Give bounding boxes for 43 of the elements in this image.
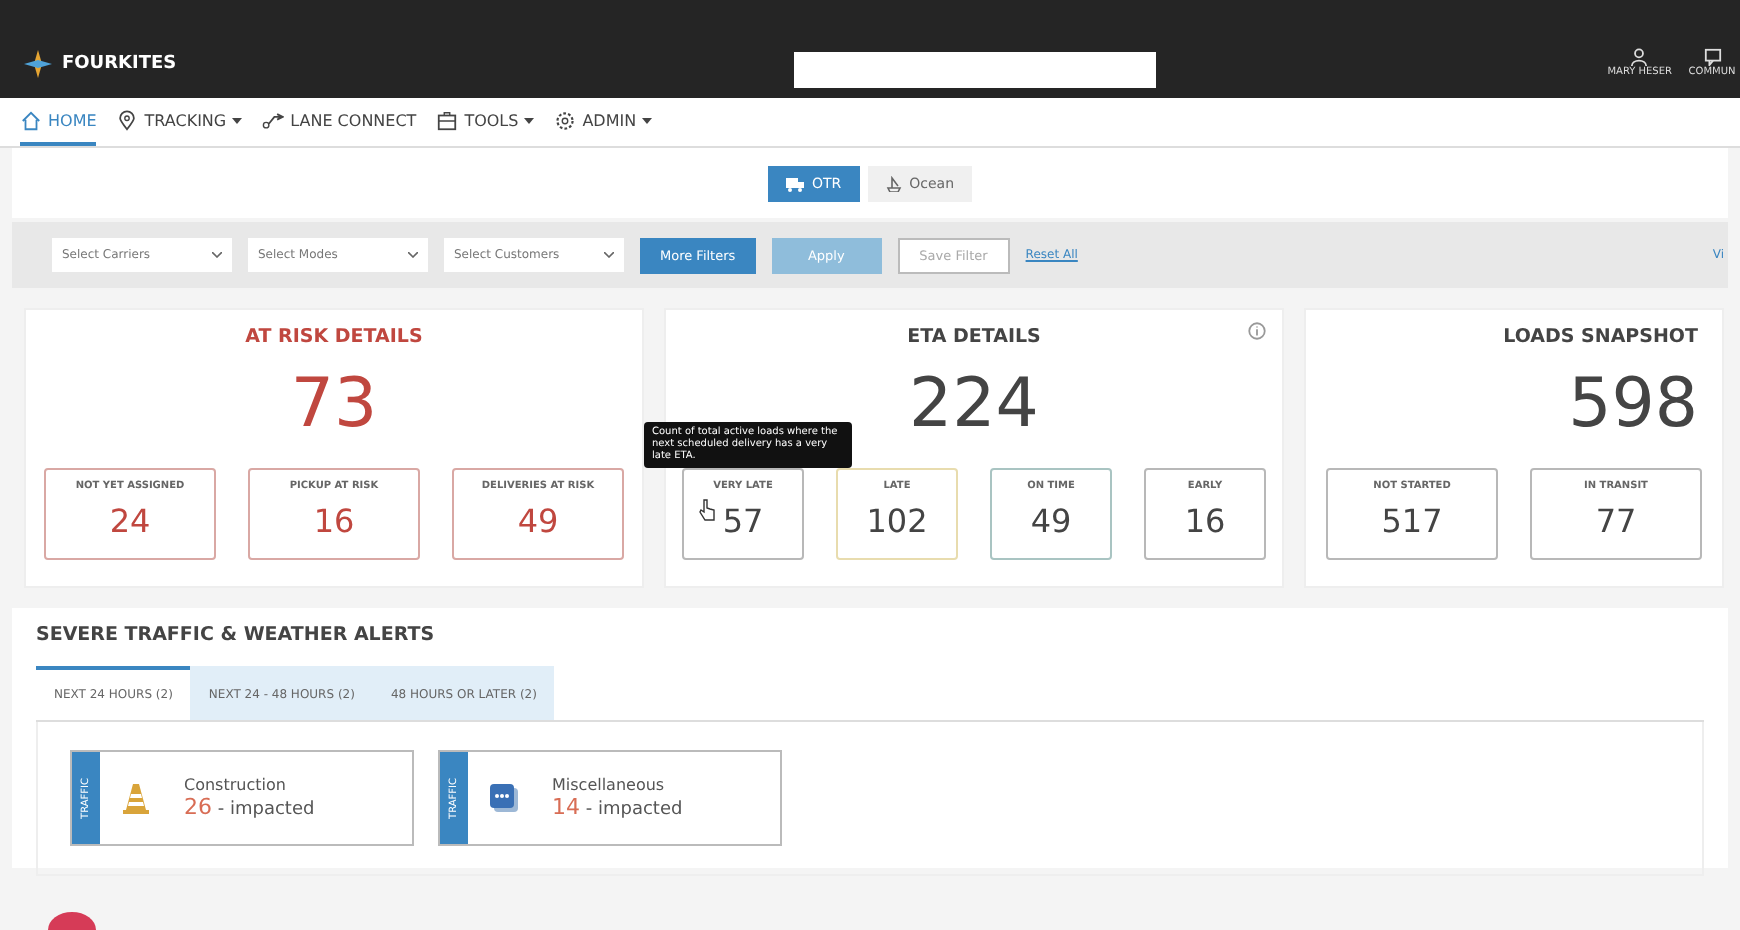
stat-value: 16 — [1184, 502, 1226, 540]
impact-count: 26 - impacted — [184, 794, 315, 820]
location-pin-icon — [116, 109, 139, 131]
route-icon — [262, 109, 285, 131]
ship-icon — [885, 176, 902, 192]
message-icon — [488, 782, 520, 814]
logo-icon — [24, 50, 52, 78]
chat-icon[interactable] — [1703, 48, 1721, 66]
nav-tab[interactable]: ADMIN — [554, 98, 653, 146]
stat-value: 16 — [313, 502, 355, 540]
toolbox-icon — [436, 109, 459, 131]
stat-value: 102 — [866, 502, 928, 540]
user-icon[interactable] — [1630, 48, 1649, 66]
card-title: ETA DETAILS — [907, 326, 1041, 348]
hand-cursor-icon — [698, 498, 716, 522]
chevron-icon — [604, 252, 614, 258]
stat-value: 49 — [517, 502, 559, 540]
impact-count: 14 - impacted — [552, 794, 683, 820]
alert-name: Construction — [184, 776, 288, 794]
total-count: 73 — [290, 364, 378, 444]
home-icon — [20, 109, 42, 131]
alert-name: Miscellaneous — [552, 776, 667, 794]
truck-icon — [785, 177, 804, 191]
chevron-icon — [212, 252, 222, 258]
stat-value: 517 — [1381, 502, 1443, 540]
section-title: SEVERE TRAFFIC & WEATHER ALERTS — [36, 624, 437, 646]
stat-value: 57 — [722, 502, 764, 540]
card-title: LOADS SNAPSHOT — [1503, 326, 1698, 348]
total-count: 598 — [1568, 364, 1698, 444]
nav-tab[interactable]: TOOLS — [436, 98, 535, 146]
info-icon[interactable] — [1248, 322, 1266, 340]
settings-icon — [554, 109, 577, 131]
total-count: 224 — [909, 364, 1039, 444]
search-field[interactable] — [794, 52, 1156, 88]
chevron-icon — [408, 252, 418, 258]
stat-value: 77 — [1595, 502, 1637, 540]
stat-value: 24 — [109, 502, 151, 540]
nav-tab[interactable]: TRACKING — [116, 98, 243, 146]
card-title: AT RISK DETAILS — [245, 326, 423, 348]
nav-tab[interactable]: LANE CONNECT — [262, 98, 417, 146]
traffic-cone-icon — [120, 782, 152, 814]
logo-text: FOURKITES — [62, 54, 177, 74]
stat-value: 49 — [1030, 502, 1072, 540]
